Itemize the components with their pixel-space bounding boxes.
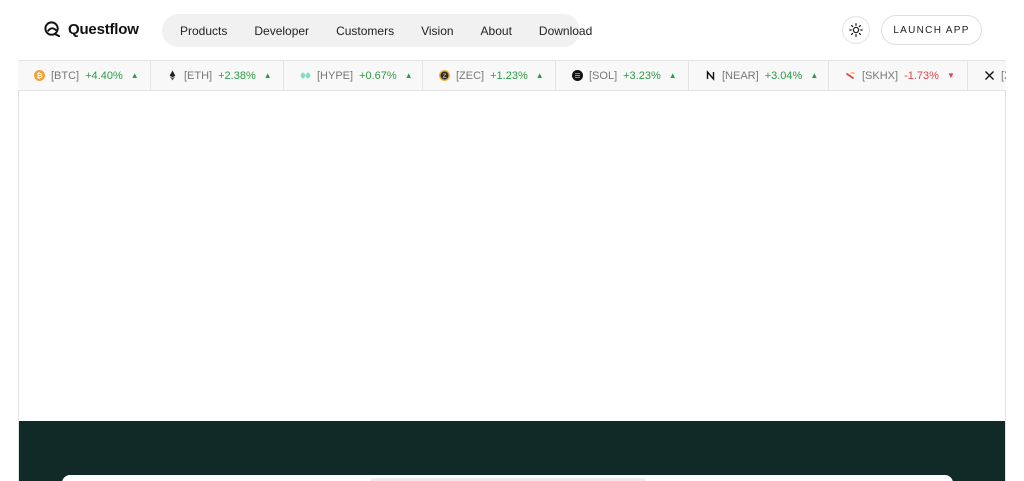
skhx-icon xyxy=(845,70,856,81)
ticker-item-sol[interactable]: [SOL] +3.23% ▲ xyxy=(556,61,689,90)
site-header: Questflow Products Developer Customers V… xyxy=(0,0,1024,60)
near-icon xyxy=(705,70,716,81)
hype-icon xyxy=(300,70,311,81)
launch-app-button[interactable]: LAUNCH APP xyxy=(881,15,982,45)
ticker-symbol: [SOL] xyxy=(589,69,618,82)
brand-name: Questflow xyxy=(68,21,139,38)
ticker-symbol: [X xyxy=(1001,69,1006,82)
up-arrow-icon: ▲ xyxy=(130,71,139,80)
nav-customers[interactable]: Customers xyxy=(336,24,394,38)
ticker-symbol: [ZEC] xyxy=(456,69,485,82)
sol-icon xyxy=(572,70,583,81)
ticker-item-skhx[interactable]: [SKHX] -1.73% ▼ xyxy=(829,61,968,90)
price-ticker: ₿ [BTC] +4.40% ▲ [ETH] +2.38% ▲ [HYPE] +… xyxy=(18,60,1006,91)
up-arrow-icon: ▲ xyxy=(404,71,413,80)
ticker-change: +2.38% xyxy=(218,69,256,82)
ticker-symbol: [HYPE] xyxy=(317,69,354,82)
down-arrow-icon: ▼ xyxy=(946,71,955,80)
nav-vision[interactable]: Vision xyxy=(421,24,453,38)
brand-logo[interactable]: Questflow xyxy=(43,20,139,39)
main-nav: Products Developer Customers Vision Abou… xyxy=(162,14,592,47)
ticker-item-btc[interactable]: ₿ [BTC] +4.40% ▲ xyxy=(18,61,151,90)
ticker-change: +3.04% xyxy=(764,69,803,82)
ticker-change: +0.67% xyxy=(359,69,397,82)
ticker-change: +3.23% xyxy=(623,69,661,82)
ticker-symbol: [BTC] xyxy=(51,69,80,82)
nav-download[interactable]: Download xyxy=(539,24,592,38)
content-frame xyxy=(18,60,1006,481)
ticker-symbol: [ETH] xyxy=(184,69,213,82)
ticker-change: +4.40% xyxy=(85,69,123,82)
ticker-item-hype[interactable]: [HYPE] +0.67% ▲ xyxy=(284,61,423,90)
theme-toggle-button[interactable] xyxy=(842,16,870,44)
up-arrow-icon: ▲ xyxy=(535,71,544,80)
up-arrow-icon: ▲ xyxy=(668,71,677,80)
nav-about[interactable]: About xyxy=(481,24,512,38)
ticker-item-near[interactable]: [NEAR] +3.04% ▲ xyxy=(689,61,829,90)
ticker-symbol: [SKHX] xyxy=(862,69,899,82)
sun-icon xyxy=(849,23,863,37)
svg-text:Z: Z xyxy=(443,73,447,80)
ticker-item-x[interactable]: [X xyxy=(968,61,1006,90)
nav-developer[interactable]: Developer xyxy=(254,24,309,38)
questflow-logo-icon xyxy=(44,21,61,38)
ticker-change: +1.23% xyxy=(490,69,528,82)
btc-icon: ₿ xyxy=(34,70,45,81)
footer-section xyxy=(19,421,1005,481)
up-arrow-icon: ▲ xyxy=(263,71,272,80)
svg-text:₿: ₿ xyxy=(37,72,43,80)
zec-icon: Z xyxy=(439,70,450,81)
up-arrow-icon: ▲ xyxy=(810,71,819,80)
ticker-item-eth[interactable]: [ETH] +2.38% ▲ xyxy=(151,61,284,90)
nav-products[interactable]: Products xyxy=(180,24,227,38)
ticker-item-zec[interactable]: Z [ZEC] +1.23% ▲ xyxy=(423,61,556,90)
ticker-symbol: [NEAR] xyxy=(722,69,759,82)
ticker-change: -1.73% xyxy=(904,69,939,82)
x-icon xyxy=(984,70,995,81)
eth-icon xyxy=(167,70,178,81)
